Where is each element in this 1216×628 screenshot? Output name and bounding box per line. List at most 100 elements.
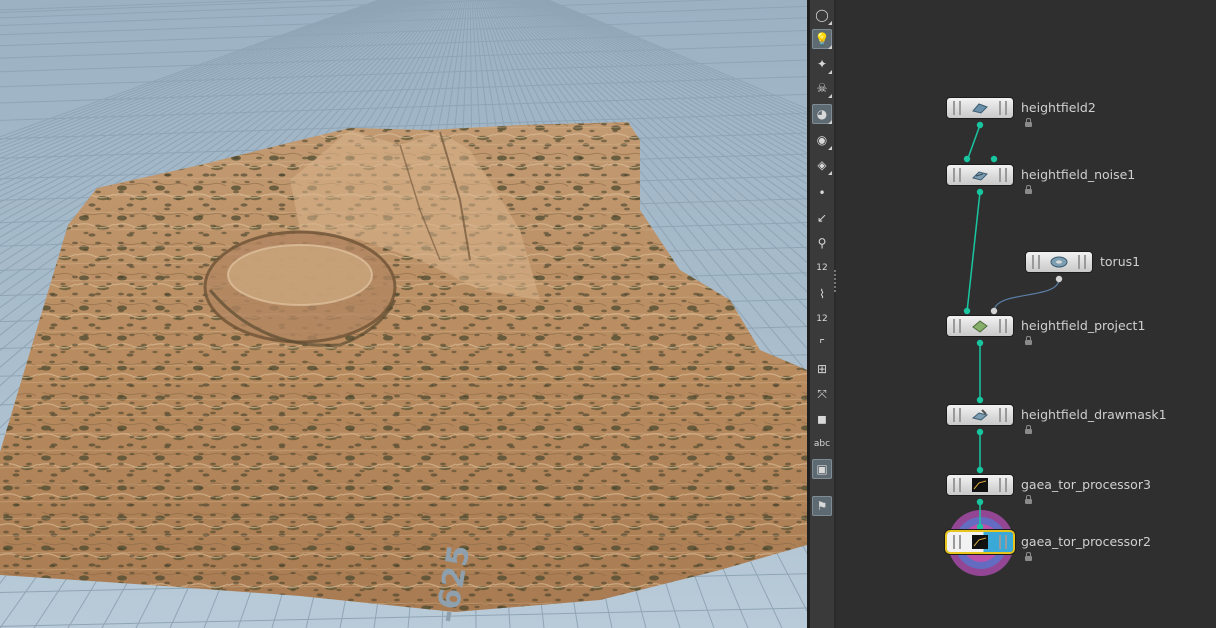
lock-icon[interactable] [1025,552,1032,561]
node-name-label: heightfield_drawmask1 [1021,407,1167,422]
node-torus1[interactable] [1026,252,1092,272]
node-flag-bar[interactable] [959,408,961,422]
sphere-icon[interactable]: ◯ [812,5,832,25]
node-port[interactable] [976,339,984,347]
heightfield-icon [971,100,989,116]
node-flag-bar[interactable] [959,168,961,182]
image-icon[interactable]: ▣ [812,459,832,479]
node-flag-bar[interactable] [959,319,961,333]
node-heightfield_drawmask1[interactable] [947,405,1013,425]
node-flag-bar[interactable] [1005,168,1007,182]
node-port[interactable] [976,396,984,404]
node-port[interactable] [976,428,984,436]
node-flag-bar[interactable] [1032,255,1034,269]
menu-corner-indicator [828,120,832,124]
lock-icon[interactable] [1025,336,1032,345]
menu-corner-indicator [828,146,832,150]
stop-icon[interactable]: ◼ [812,409,832,429]
node-flag-bar[interactable] [999,535,1001,549]
arrow-icon[interactable]: ↙ [812,208,832,228]
primitive-number-icon[interactable]: 12 [812,309,832,329]
drawmask-icon [971,407,989,423]
node-flag-bar[interactable] [1084,255,1086,269]
node-port[interactable] [976,498,984,506]
dropper-icon[interactable]: ⚲ [812,233,832,253]
node-port[interactable] [963,155,971,163]
node-flag-bar[interactable] [999,319,1001,333]
menu-corner-indicator [828,171,832,175]
node-flag-bar[interactable] [1038,255,1040,269]
node-port[interactable] [963,307,971,315]
scene-viewport[interactable]: -625 [0,0,807,628]
torus-icon [1050,254,1068,270]
node-gaea_tor_processor2[interactable] [947,532,1013,552]
dot-icon[interactable]: • [812,183,832,203]
node-gaea_tor_processor3[interactable] [947,475,1013,495]
light-bulb-icon[interactable]: 💡 [812,29,832,49]
gaea-processor-icon [971,477,989,493]
grid-line [0,607,807,627]
axis-icon[interactable]: ⤧ [812,384,832,404]
node-flag-bar[interactable] [953,319,955,333]
node-heightfield_noise1[interactable] [947,165,1013,185]
node-flag-bar[interactable] [953,101,955,115]
node-port[interactable] [976,188,984,196]
node-port[interactable] [990,155,998,163]
node-flag-bar[interactable] [999,168,1001,182]
node-flag-bar[interactable] [953,478,955,492]
lock-icon[interactable] [1025,495,1032,504]
node-heightfield2[interactable] [947,98,1013,118]
node-flag-bar[interactable] [999,408,1001,422]
node-flag-bar[interactable] [953,168,955,182]
node-wire-secondary [993,278,1060,312]
node-flag-bar[interactable] [1078,255,1080,269]
text-icon[interactable]: abc [812,434,832,454]
node-flag-bar[interactable] [999,478,1001,492]
lock-icon[interactable] [1025,185,1032,194]
node-port[interactable] [976,466,984,474]
menu-corner-indicator [828,21,832,25]
point-light-icon[interactable]: ✦ [812,54,832,74]
skull-icon[interactable]: ☠ [812,78,832,98]
node-flag-bar[interactable] [953,408,955,422]
node-port[interactable] [990,307,998,315]
eye-icon[interactable]: ◉ [812,130,832,150]
node-flag-bar[interactable] [999,101,1001,115]
node-flag-bar[interactable] [1005,408,1007,422]
menu-corner-indicator [828,45,832,49]
gaea-processor-icon [971,534,989,550]
lock-icon[interactable] [1025,425,1032,434]
paint-icon[interactable]: ⌇ [812,284,832,304]
node-flag-bar[interactable] [959,478,961,492]
node-flag-bar[interactable] [1005,478,1007,492]
eye-toggle-icon[interactable]: ◈ [812,155,832,175]
terrain-heightfield [0,122,807,612]
node-network-editor[interactable]: heightfield2 heightfield_noise1 torus1 heig… [836,0,1216,628]
ball-icon[interactable]: ◕ [812,104,832,124]
node-flag-bar[interactable] [1005,535,1007,549]
node-wire [966,124,981,162]
node-port[interactable] [1055,275,1063,283]
lock-icon[interactable] [1025,118,1032,127]
grid-line [0,17,807,47]
viewport-canvas[interactable] [0,0,807,628]
node-wire [966,191,981,313]
node-name-label: heightfield_noise1 [1021,167,1136,182]
node-name-label: gaea_tor_processor2 [1021,534,1151,549]
project-icon [971,318,989,334]
node-name-label: torus1 [1100,254,1141,269]
node-port[interactable] [976,121,984,129]
node-heightfield_project1[interactable] [947,316,1013,336]
node-port[interactable] [976,523,984,531]
node-flag-bar[interactable] [959,535,961,549]
node-name-label: heightfield_project1 [1021,318,1146,333]
node-flag-bar[interactable] [1005,101,1007,115]
node-flag-bar[interactable] [959,101,961,115]
point-number-icon[interactable]: 12 [812,258,832,278]
node-flag-bar[interactable] [1005,319,1007,333]
node-flag-bar[interactable] [953,535,955,549]
pin-icon[interactable]: ⚑ [812,496,832,516]
corner-icon[interactable]: ⌜ [812,334,832,354]
snap-grid-icon[interactable]: ⊞ [812,359,832,379]
noise-icon [971,167,989,183]
